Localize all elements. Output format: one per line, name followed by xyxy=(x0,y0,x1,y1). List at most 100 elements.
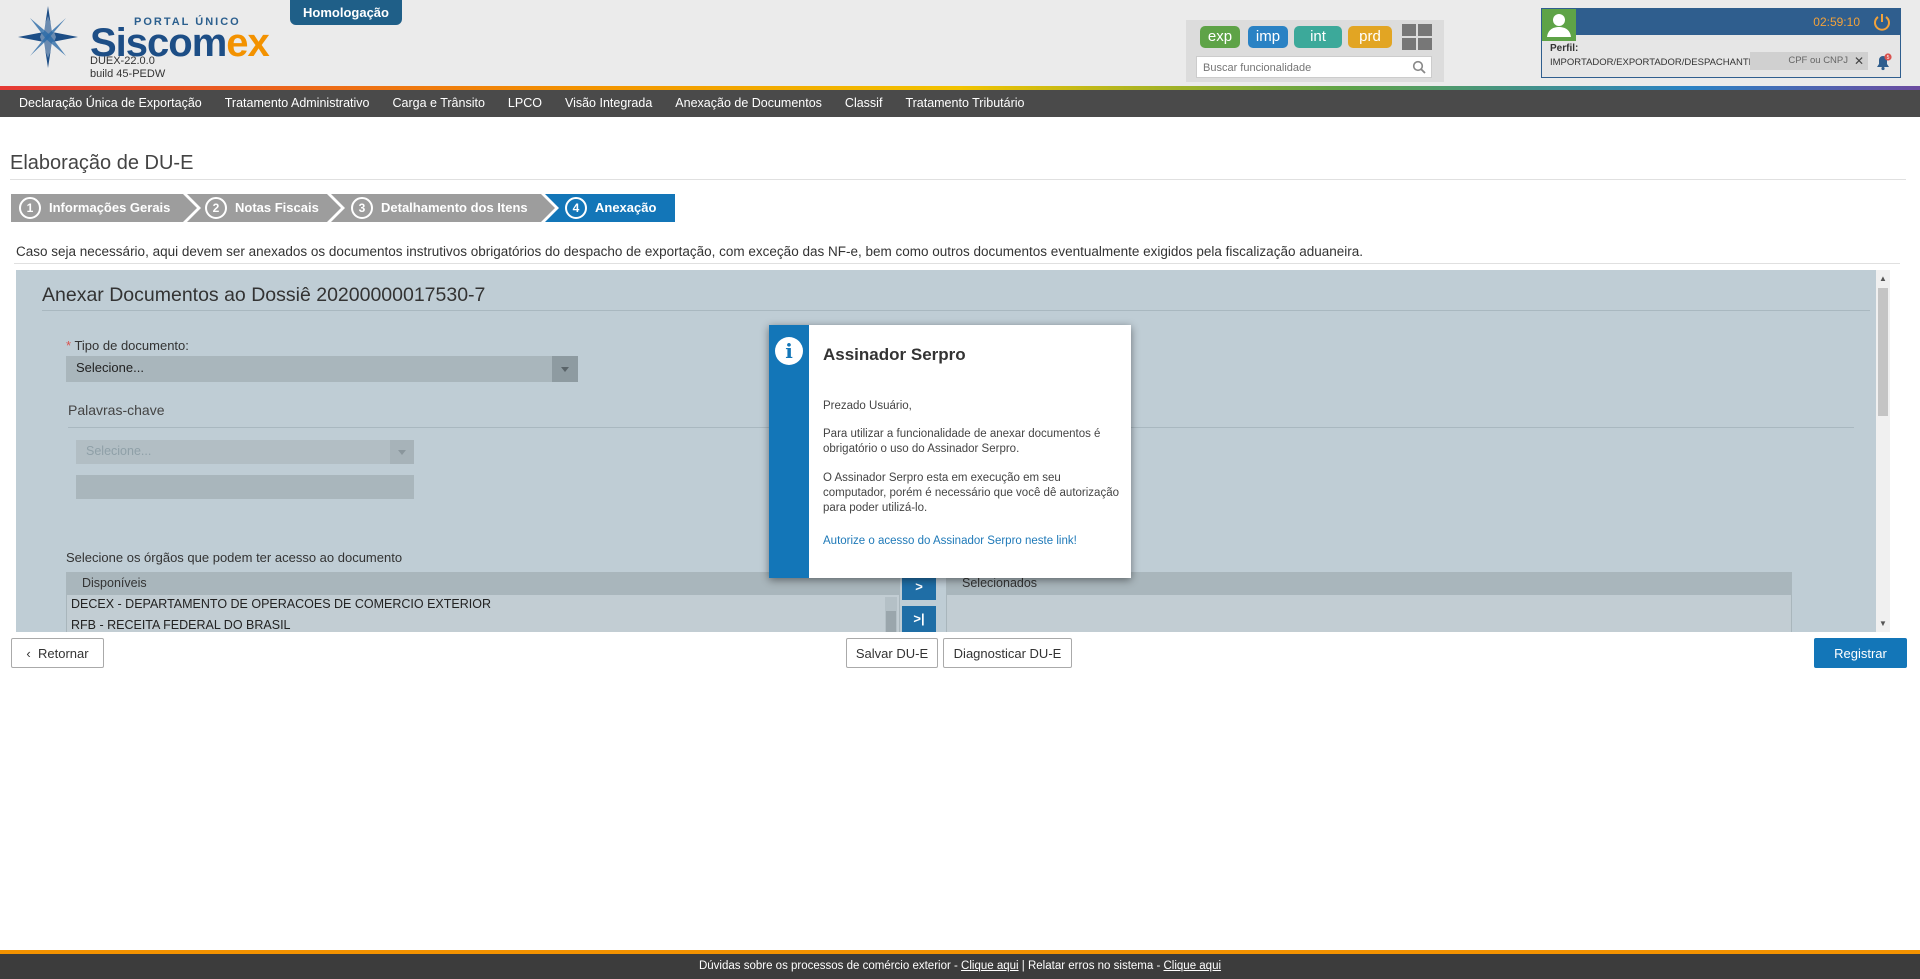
available-orgs-body[interactable]: DECEX - DEPARTAMENTO DE OPERACOES DE COM… xyxy=(66,594,900,632)
step-label: Anexação xyxy=(595,200,657,215)
selected-orgs-list: Selecionados xyxy=(946,572,1792,632)
back-button[interactable]: ‹ Retornar xyxy=(11,638,104,668)
menu-item-due[interactable]: Declaração Única de Exportação xyxy=(8,90,214,117)
tipo-documento-label: * Tipo de documento: xyxy=(66,338,189,353)
list-item[interactable]: RFB - RECEITA FEDERAL DO BRASIL xyxy=(71,618,291,632)
step-number: 3 xyxy=(351,196,373,219)
menu-item-tratamento-tributario[interactable]: Tratamento Tributário xyxy=(894,90,1036,117)
scrollbar-thumb[interactable] xyxy=(886,611,896,632)
tipo-documento-select[interactable]: Selecione... xyxy=(66,356,578,382)
search-box xyxy=(1196,56,1432,78)
intro-text: Caso seja necessário, aqui devem ser ane… xyxy=(16,244,1364,259)
move-all-button[interactable]: >| xyxy=(902,606,936,632)
palavras-chave-select[interactable]: Selecione... xyxy=(76,440,414,464)
session-clock: 02:59:10 xyxy=(1813,15,1860,29)
authorize-link[interactable]: Autorize o acesso do Assinador Serpro ne… xyxy=(823,535,1077,547)
required-mark: * xyxy=(66,338,72,353)
dialog-greeting: Prezado Usuário, xyxy=(823,400,912,412)
footer-separator: | xyxy=(1021,960,1025,972)
brand-accent: ex xyxy=(226,21,269,65)
info-icon: i xyxy=(775,337,803,365)
dialog-paragraph-1: Para utilizar a funcionalidade de anexar… xyxy=(823,428,1101,455)
chevron-left-icon: ‹ xyxy=(26,646,31,661)
selected-orgs-body[interactable] xyxy=(946,594,1792,632)
main-menu: Declaração Única de Exportação Tratament… xyxy=(0,90,1920,117)
system-imp-button[interactable]: imp xyxy=(1248,26,1288,48)
notification-count: 5 xyxy=(1887,55,1890,61)
palavras-chave-select-value: Selecione... xyxy=(86,444,152,458)
perfil-value: IMPORTADOR/EXPORTADOR/DESPACHANTE xyxy=(1550,57,1755,68)
menu-item-tratamento-administrativo[interactable]: Tratamento Administrativo xyxy=(214,90,382,117)
system-prd-button[interactable]: prd xyxy=(1348,26,1392,48)
menu-item-classif[interactable]: Classif xyxy=(834,90,895,117)
step-number: 4 xyxy=(565,196,587,219)
chevron-down-icon[interactable] xyxy=(552,356,578,382)
tipo-documento-text: Tipo de documento: xyxy=(74,338,189,353)
step-informacoes-gerais[interactable]: 1 Informações Gerais xyxy=(19,194,170,222)
scrollbar-thumb[interactable] xyxy=(1878,288,1888,416)
register-button[interactable]: Registrar xyxy=(1814,638,1907,668)
save-due-button[interactable]: Salvar DU-E xyxy=(846,638,938,668)
system-exp-button[interactable]: exp xyxy=(1200,26,1240,48)
palavras-chave-input[interactable] xyxy=(76,475,414,499)
header: PORTAL ÚNICO Siscomex DUEX-22.0.0 build … xyxy=(0,0,1920,86)
menu-item-carga-transito[interactable]: Carga e Trânsito xyxy=(381,90,496,117)
system-switcher: exp imp int prd xyxy=(1186,20,1444,82)
scroll-down-icon[interactable]: ▼ xyxy=(1879,619,1887,628)
step-detalhamento-itens[interactable]: 3 Detalhamento dos Itens xyxy=(351,194,528,222)
assinador-serpro-dialog: i Assinador Serpro Prezado Usuário, Para… xyxy=(769,325,1131,578)
search-input[interactable] xyxy=(1201,59,1405,77)
user-topbar: 02:59:10 xyxy=(1576,9,1900,35)
scroll-up-icon[interactable]: ▲ xyxy=(1879,274,1887,283)
step-number: 1 xyxy=(19,196,41,219)
cpf-cnpj-field[interactable]: CPF ou CNPJ xyxy=(1750,52,1868,70)
menu-item-anexacao-documentos[interactable]: Anexação de Documentos xyxy=(664,90,834,117)
step-label: Informações Gerais xyxy=(49,200,171,215)
system-int-button[interactable]: int xyxy=(1294,26,1342,48)
available-orgs-list: Disponíveis DECEX - DEPARTAMENTO DE OPER… xyxy=(66,572,900,632)
environment-badge: Homologação xyxy=(290,0,402,25)
version-info: DUEX-22.0.0 build 45-PEDW xyxy=(90,55,165,81)
back-label: Retornar xyxy=(38,646,89,661)
step-label: Detalhamento dos Itens xyxy=(381,200,528,215)
orgaos-label: Selecione os órgãos que podem ter acesso… xyxy=(66,550,403,565)
user-avatar-icon[interactable] xyxy=(1542,9,1576,41)
footer-text-erros: Relatar erros no sistema - xyxy=(1027,960,1161,972)
search-icon[interactable] xyxy=(1412,60,1426,74)
dossie-title: Anexar Documentos ao Dossiê 202000000175… xyxy=(42,284,486,306)
divider xyxy=(14,263,1900,264)
diagnose-due-button[interactable]: Diagnosticar DU-E xyxy=(943,638,1072,668)
version-number: DUEX-22.0.0 xyxy=(90,55,155,67)
step-number: 2 xyxy=(205,196,227,219)
clear-icon[interactable]: ✕ xyxy=(1854,52,1864,70)
scrollbar[interactable] xyxy=(885,597,897,632)
menu-item-lpco[interactable]: LPCO xyxy=(497,90,554,117)
list-item[interactable]: DECEX - DEPARTAMENTO DE OPERACOES DE COM… xyxy=(71,597,491,611)
chevron-down-icon[interactable] xyxy=(390,440,414,464)
page-title: Elaboração de DU-E xyxy=(10,152,194,174)
perfil-label: Perfil: xyxy=(1550,43,1579,54)
step-notas-fiscais[interactable]: 2 Notas Fiscais xyxy=(205,194,319,222)
notification-bell-icon[interactable]: 5 xyxy=(1874,53,1892,71)
tipo-documento-value: Selecione... xyxy=(76,360,144,375)
footer-link-duvidas[interactable]: Clique aqui xyxy=(961,960,1019,972)
step-label: Notas Fiscais xyxy=(235,200,319,215)
step-anexacao[interactable]: 4 Anexação xyxy=(565,194,656,222)
build-number: build 45-PEDW xyxy=(90,68,166,80)
dialog-paragraph-2: O Assinador Serpro esta em execução em s… xyxy=(823,472,1119,514)
user-panel: 02:59:10 Perfil: IMPORTADOR/EXPORTADOR/D… xyxy=(1541,8,1901,78)
dialog-sidebar: i xyxy=(769,325,809,578)
divider xyxy=(42,310,1870,311)
divider xyxy=(10,179,1906,180)
siscomex-star-icon xyxy=(18,6,78,68)
footer: Dúvidas sobre os processos de comércio e… xyxy=(0,954,1920,979)
footer-text-duvidas: Dúvidas sobre os processos de comércio e… xyxy=(698,960,958,972)
power-icon[interactable] xyxy=(1872,12,1892,32)
dialog-title: Assinador Serpro xyxy=(823,345,966,364)
siscomex-logo[interactable]: PORTAL ÚNICO Siscomex DUEX-22.0.0 build … xyxy=(18,6,270,82)
palavras-chave-label: Palavras-chave xyxy=(68,402,165,418)
footer-link-erros[interactable]: Clique aqui xyxy=(1163,960,1221,972)
panel-scrollbar[interactable]: ▲ ▼ xyxy=(1876,270,1890,632)
apps-grid-icon[interactable] xyxy=(1402,24,1434,52)
menu-item-visao-integrada[interactable]: Visão Integrada xyxy=(554,90,664,117)
